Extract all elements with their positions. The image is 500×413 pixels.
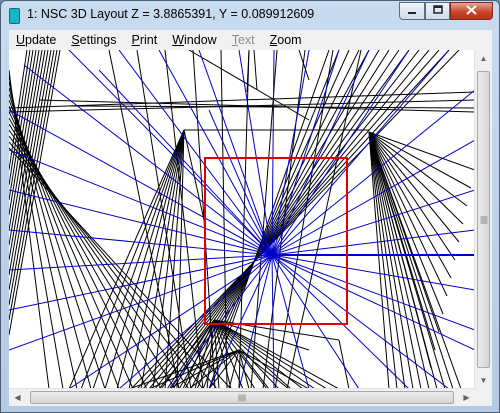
cone-edge xyxy=(368,131,454,389)
grip-icon xyxy=(238,394,246,401)
menu-accelerator: P xyxy=(131,33,140,47)
vertical-scroll-thumb[interactable] xyxy=(477,71,490,368)
blue-ray xyxy=(271,254,450,389)
menu-item-window[interactable]: Window xyxy=(165,30,224,50)
caption-buttons xyxy=(399,2,493,21)
horizontal-scroll-thumb[interactable] xyxy=(30,391,454,404)
cone-edge xyxy=(68,129,185,389)
black-ray xyxy=(166,50,400,389)
menu-item-update[interactable]: Update xyxy=(9,30,64,50)
title-bar[interactable]: 1: NSC 3D Layout Z = 3.8865391, Y = 0.08… xyxy=(1,1,499,29)
menu-bar: Update Settings Print Window Text Zoom xyxy=(9,30,492,50)
black-ray xyxy=(9,141,218,389)
menu-item-zoom[interactable]: Zoom xyxy=(263,30,310,50)
nsc-3d-layout-window: 1: NSC 3D Layout Z = 3.8865391, Y = 0.08… xyxy=(0,0,500,413)
grip-icon xyxy=(480,216,487,223)
horizontal-scrollbar[interactable]: ◀ ▶ xyxy=(9,388,475,406)
layout-canvas[interactable]: ▲ ▼ ◀ ▶ xyxy=(9,50,492,406)
cone-edge xyxy=(128,129,185,389)
ray-line xyxy=(253,50,258,91)
menu-label: ext xyxy=(237,33,255,47)
menu-item-settings[interactable]: Settings xyxy=(64,30,124,50)
menu-label: rint xyxy=(139,33,158,47)
funnel-ray xyxy=(213,319,256,389)
arrow-left-icon: ◀ xyxy=(14,393,21,402)
minimize-button[interactable] xyxy=(399,2,425,20)
menu-item-print[interactable]: Print xyxy=(125,30,166,50)
arrow-right-icon: ▶ xyxy=(463,393,470,402)
black-ray xyxy=(160,50,410,389)
scroll-up-button[interactable]: ▲ xyxy=(475,50,492,67)
blue-ray xyxy=(271,229,475,256)
cone-edge xyxy=(368,131,446,389)
scroll-left-button[interactable]: ◀ xyxy=(9,389,26,406)
close-button[interactable] xyxy=(450,2,493,20)
maximize-button[interactable] xyxy=(425,2,450,20)
app-icon[interactable] xyxy=(9,8,20,24)
menu-accelerator: W xyxy=(172,33,185,47)
cone-edge xyxy=(368,131,444,315)
blue-ray xyxy=(198,50,273,256)
menu-accelerator: U xyxy=(16,33,26,47)
vertical-scrollbar[interactable]: ▲ ▼ xyxy=(474,50,492,389)
scroll-right-button[interactable]: ▶ xyxy=(458,389,475,406)
size-grip[interactable] xyxy=(475,389,492,406)
black-ray xyxy=(9,69,50,389)
arrow-down-icon: ▼ xyxy=(479,376,488,385)
minimize-icon xyxy=(407,5,417,18)
blue-ray xyxy=(9,189,273,256)
arrow-up-icon: ▲ xyxy=(479,54,488,63)
menu-accelerator: S xyxy=(71,33,80,47)
close-icon xyxy=(466,4,477,18)
scroll-down-button[interactable]: ▼ xyxy=(475,372,492,389)
black-ray xyxy=(9,50,46,261)
menu-label: pdate xyxy=(25,33,57,47)
menu-label: oom xyxy=(277,33,302,47)
menu-item-text[interactable]: Text xyxy=(225,30,263,50)
black-ray xyxy=(9,50,55,306)
black-ray xyxy=(154,50,420,389)
menu-label: indow xyxy=(184,33,217,47)
blue-ray xyxy=(23,64,273,256)
window-title: 1: NSC 3D Layout Z = 3.8865391, Y = 0.08… xyxy=(27,7,315,21)
menu-label: ettings xyxy=(79,33,117,47)
maximize-icon xyxy=(432,4,443,18)
ray-trace-plot[interactable] xyxy=(9,50,475,389)
blue-ray xyxy=(9,254,273,271)
ray-line xyxy=(338,339,350,389)
